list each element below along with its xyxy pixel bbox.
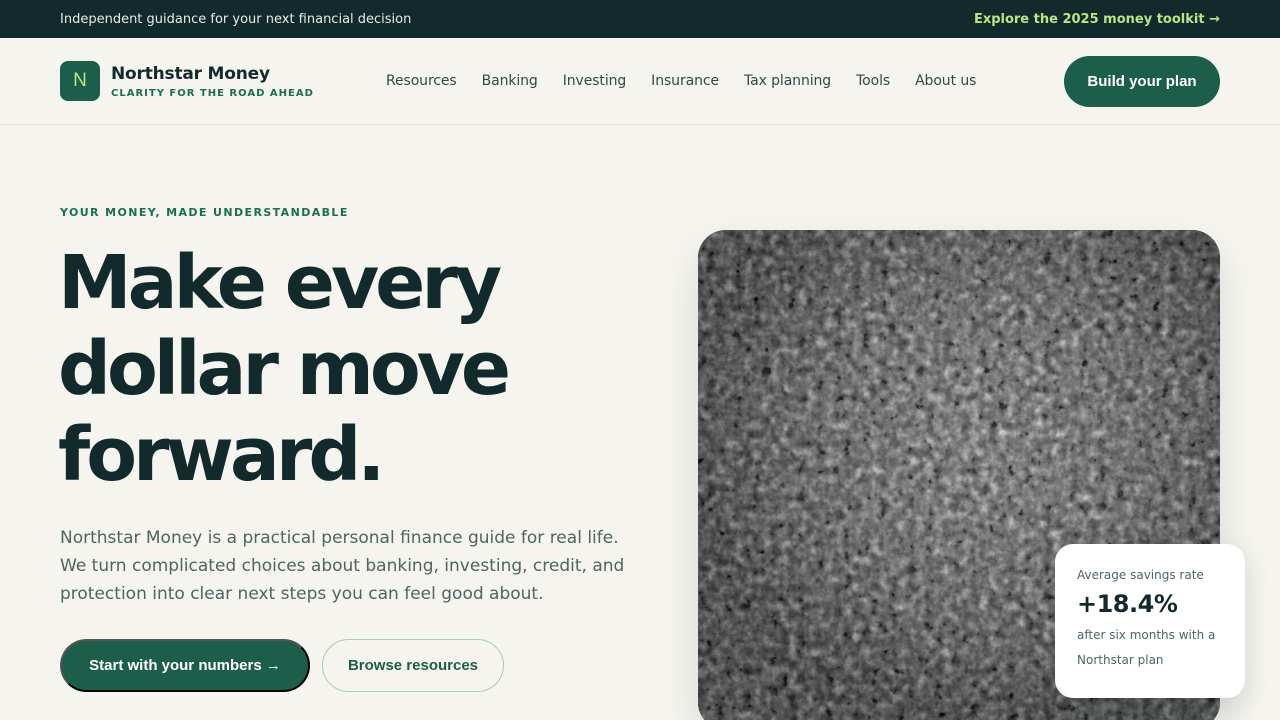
stat-note: after six months with a Northstar plan xyxy=(1077,628,1216,667)
build-your-plan-button[interactable]: Build your plan xyxy=(1064,55,1220,107)
nav-item-investing[interactable]: Investing xyxy=(563,73,627,89)
nav-item-insurance[interactable]: Insurance xyxy=(651,73,719,89)
hero-eyebrow: YOUR MONEY, MADE UNDERSTANDABLE xyxy=(60,206,349,219)
brand-text: Northstar Money CLARITY FOR THE ROAD AHE… xyxy=(111,64,314,99)
stat-value: +18.4% xyxy=(1077,590,1178,618)
announcement-bar: Independent guidance for your next finan… xyxy=(0,0,1280,38)
nav-item-tools[interactable]: Tools xyxy=(856,73,890,89)
headline-line-3: forward. xyxy=(58,412,385,498)
nav-item-about-us[interactable]: About us xyxy=(915,73,976,89)
brand-tagline: CLARITY FOR THE ROAD AHEAD xyxy=(111,87,314,99)
nav-item-banking[interactable]: Banking xyxy=(482,73,538,89)
brand-name: Northstar Money xyxy=(111,63,270,84)
headline-line-2: dollar move xyxy=(58,326,511,412)
toolkit-link[interactable]: Explore the 2025 money toolkit → xyxy=(974,12,1220,27)
hero-headline: Make every dollar move forward. xyxy=(58,240,618,498)
hero-description: Northstar Money is a practical personal … xyxy=(60,528,625,604)
start-with-numbers-button[interactable]: Start with your numbers → xyxy=(60,639,310,692)
primary-nav: Resources Banking Investing Insurance Ta… xyxy=(386,73,976,89)
nav-item-resources[interactable]: Resources xyxy=(386,73,457,89)
nav-item-tax-planning[interactable]: Tax planning xyxy=(744,73,831,89)
brand-logo[interactable]: N Northstar Money CLARITY FOR THE ROAD A… xyxy=(60,61,380,101)
announcement-message: Independent guidance for your next finan… xyxy=(60,11,412,27)
main-header: N Northstar Money CLARITY FOR THE ROAD A… xyxy=(0,38,1280,125)
stat-label: Average savings rate xyxy=(1077,568,1204,582)
logo-mark: N xyxy=(60,61,100,101)
headline-line-1: Make every xyxy=(58,240,502,326)
browse-resources-button[interactable]: Browse resources xyxy=(322,639,504,692)
savings-stat-card: Average savings rate +18.4% after six mo… xyxy=(1055,544,1245,698)
